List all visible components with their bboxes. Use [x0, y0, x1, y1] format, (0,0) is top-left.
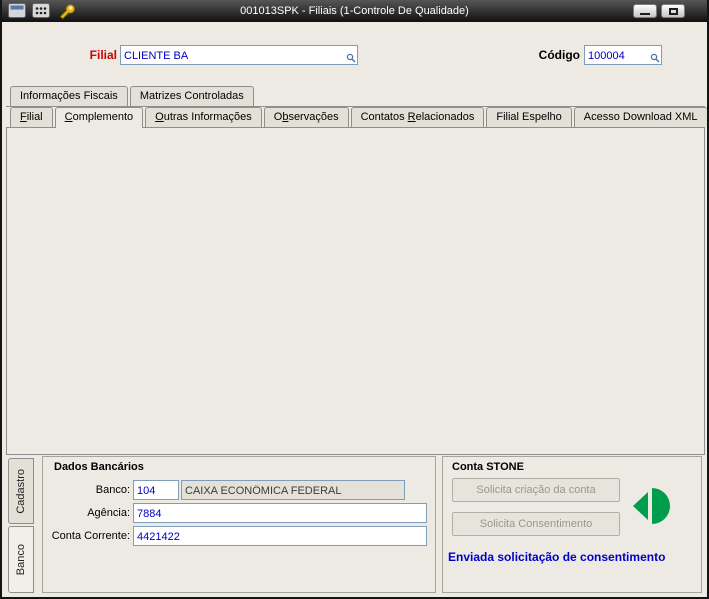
agencia-label: Agência:	[87, 507, 130, 519]
tab-contatos-relacionados[interactable]: Contatos Relacionados	[350, 107, 485, 127]
dados-bancarios-groupbox	[42, 456, 436, 593]
upper-tab-strip: Informações Fiscais Matrizes Controladas	[10, 86, 254, 106]
banco-field	[133, 480, 179, 500]
main-tab-strip: Filial Complemento Outras Informações Ob…	[10, 107, 707, 128]
filial-input[interactable]	[121, 47, 357, 65]
tab-filial-espelho[interactable]: Filial Espelho	[486, 107, 572, 127]
window-title: 001013SPK - Filiais (1-Controle De Quali…	[240, 5, 469, 17]
tab-observacoes[interactable]: Observações	[263, 107, 349, 127]
conta-corrente-field	[133, 526, 427, 546]
agencia-field	[133, 503, 427, 523]
tab-acesso-download-xml[interactable]: Acesso Download XML	[573, 107, 707, 127]
banco-nome-input	[182, 482, 404, 500]
complemento-tab-page	[6, 127, 705, 455]
side-tab-banco-label: Banco	[15, 543, 27, 576]
app-window: 001013SPK - Filiais (1-Controle De Quali…	[0, 0, 709, 599]
agencia-input[interactable]	[134, 505, 426, 523]
maximize-icon	[669, 8, 678, 15]
dados-bancarios-title: Dados Bancários	[54, 461, 144, 473]
tab-complemento[interactable]: Complemento	[54, 107, 144, 128]
banco-label: Banco:	[95, 484, 130, 496]
solicita-criacao-conta-button[interactable]: Solicita criação da conta	[452, 478, 620, 502]
conta-corrente-input[interactable]	[134, 528, 426, 546]
codigo-label: Código	[538, 48, 580, 62]
conta-stone-title: Conta STONE	[452, 461, 524, 473]
filial-field	[120, 45, 358, 65]
banco-input[interactable]	[134, 482, 178, 500]
lookup-icon[interactable]	[650, 53, 660, 63]
conta-corrente-label: Conta Corrente:	[51, 530, 130, 542]
filial-label: Filial	[89, 48, 117, 62]
side-tab-cadastro-label: Cadastro	[15, 468, 27, 514]
maximize-button[interactable]	[661, 4, 685, 18]
tab-outras-informacoes[interactable]: Outras Informações	[145, 107, 262, 127]
codigo-field	[584, 45, 662, 65]
side-tab-cadastro[interactable]: Cadastro	[8, 458, 34, 524]
tab-informacoes-fiscais[interactable]: Informações Fiscais	[10, 86, 128, 106]
side-tab-banco[interactable]: Banco	[8, 526, 34, 593]
banco-nome-field	[181, 480, 405, 500]
consentimento-status-text: Enviada solicitação de consentimento	[448, 550, 666, 564]
solicita-consentimento-button[interactable]: Solicita Consentimento	[452, 512, 620, 536]
tab-matrizes-controladas[interactable]: Matrizes Controladas	[129, 86, 254, 106]
titlebar: 001013SPK - Filiais (1-Controle De Quali…	[2, 0, 707, 22]
minimize-icon	[640, 13, 650, 15]
lookup-icon[interactable]	[346, 53, 356, 63]
minimize-button[interactable]	[633, 4, 657, 18]
stone-status-icon	[630, 484, 674, 533]
tab-filial[interactable]: Filial	[10, 107, 53, 127]
